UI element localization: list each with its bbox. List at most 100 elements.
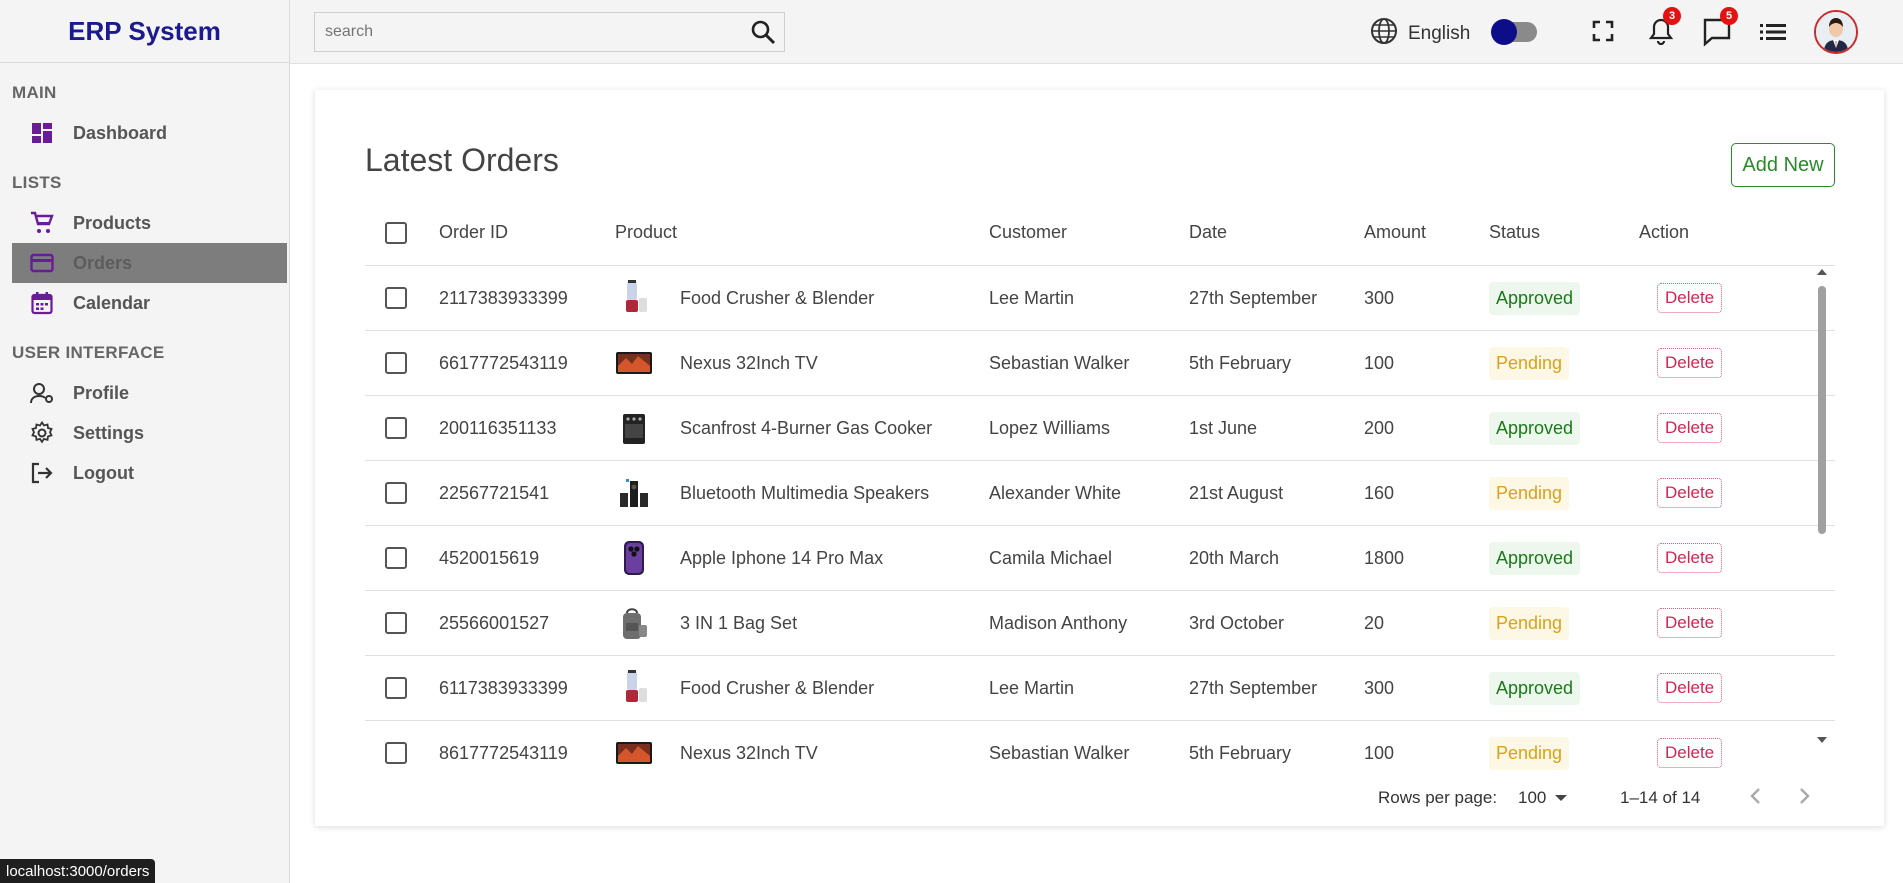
chevron-down-icon [1554, 788, 1568, 808]
row-checkbox[interactable] [385, 547, 407, 569]
product-image [615, 734, 653, 770]
scroll-thumb[interactable] [1818, 286, 1826, 534]
language-selector[interactable]: English [1370, 17, 1470, 51]
order-date: 27th September [1189, 287, 1318, 308]
table-row[interactable]: 25566001527 3 IN 1 Bag Set Madison Anthony… [365, 591, 1835, 656]
order-amount: 100 [1364, 742, 1395, 763]
sidebar-item-dashboard[interactable]: Dashboard [12, 113, 287, 153]
toggle-knob [1491, 19, 1517, 45]
column-header-date[interactable]: Date [1189, 222, 1364, 243]
chevron-left-icon [1750, 788, 1760, 804]
bell-icon [1647, 18, 1675, 49]
delete-button[interactable]: Delete [1657, 673, 1723, 703]
rows-per-page-select[interactable]: 100 [1518, 788, 1568, 808]
table-row[interactable]: 200116351133 Scanfrost 4-Burner Gas Cooke… [365, 396, 1835, 461]
row-checkbox[interactable] [385, 352, 407, 374]
order-amount: 300 [1364, 287, 1395, 308]
sidebar-item-settings[interactable]: Settings [12, 413, 287, 453]
delete-button[interactable]: Delete [1657, 608, 1723, 638]
table-row[interactable]: 2117383933399 Food Crusher & Blender Lee M… [365, 266, 1835, 331]
product-name: Food Crusher & Blender [680, 287, 875, 308]
messages-button[interactable]: 5 [1702, 7, 1738, 52]
delete-button[interactable]: Delete [1657, 348, 1723, 378]
row-checkbox[interactable] [385, 482, 407, 504]
delete-button[interactable]: Delete [1657, 413, 1723, 443]
sidebar-item-label: Profile [73, 382, 130, 403]
product-image [615, 539, 653, 577]
table-row[interactable]: 6117383933399 Food Crusher & Blender Lee M… [365, 656, 1835, 721]
order-amount: 300 [1364, 677, 1395, 698]
scroll-up-arrow[interactable] [1815, 266, 1829, 278]
product-image [615, 669, 653, 707]
order-date: 20th March [1189, 547, 1280, 568]
table-row[interactable]: 22567721541 Bluetooth Multimedia Speakers… [365, 461, 1835, 526]
delete-button[interactable]: Delete [1657, 738, 1723, 768]
product-name: Food Crusher & Blender [680, 677, 875, 698]
row-checkbox[interactable] [385, 612, 407, 634]
list-icon[interactable] [1760, 22, 1786, 47]
sidebar-item-profile[interactable]: Profile [12, 373, 287, 413]
sidebar-item-products[interactable]: Products [12, 203, 287, 243]
delete-button[interactable]: Delete [1657, 543, 1723, 573]
product-cell: Food Crusher & Blender [615, 279, 989, 317]
sidebar-item-label: Logout [73, 462, 134, 483]
sidebar-item-label: Calendar [73, 292, 151, 313]
row-checkbox[interactable] [385, 287, 407, 309]
customer-name: Lee Martin [989, 677, 1075, 698]
delete-button[interactable]: Delete [1657, 478, 1723, 508]
dark-mode-toggle[interactable] [1491, 19, 1537, 45]
avatar[interactable] [1814, 10, 1858, 54]
column-header-amount[interactable]: Amount [1364, 222, 1489, 243]
delete-button[interactable]: Delete [1657, 283, 1723, 313]
page-title: Latest Orders [365, 142, 559, 178]
gear-icon [29, 420, 55, 446]
status-badge: Pending [1489, 476, 1570, 510]
sidebar-item-calendar[interactable]: Calendar [12, 283, 287, 323]
previous-page-button[interactable] [1743, 784, 1767, 808]
scroll-down-arrow[interactable] [1815, 734, 1829, 746]
app-logo[interactable]: ERP System [0, 0, 289, 63]
order-id: 2117383933399 [439, 287, 568, 308]
search-input[interactable] [315, 13, 735, 51]
order-id: 25566001527 [439, 612, 550, 633]
add-new-button[interactable]: Add New [1731, 143, 1835, 187]
status-badge: Approved [1489, 671, 1581, 705]
sidebar-item-label: Products [73, 212, 152, 233]
globe-icon [1370, 17, 1398, 51]
row-checkbox[interactable] [385, 742, 407, 764]
sidebar-item-orders[interactable]: Orders [12, 243, 287, 283]
next-page-button[interactable] [1793, 784, 1817, 808]
chat-icon [1702, 18, 1732, 51]
row-checkbox[interactable] [385, 677, 407, 699]
status-badge: Approved [1489, 411, 1581, 445]
table-row[interactable]: 8617772543119 Nexus 32Inch TV Sebastian Wa… [365, 721, 1835, 770]
table-scrollbar[interactable] [1815, 266, 1829, 746]
order-id: 6617772543119 [439, 352, 568, 373]
browser-status-bar: localhost:3000/orders [0, 859, 156, 883]
column-header-customer[interactable]: Customer [989, 222, 1189, 243]
select-all-checkbox[interactable] [385, 221, 407, 244]
product-name: Apple Iphone 14 Pro Max [680, 547, 884, 568]
column-header-status[interactable]: Status [1489, 222, 1639, 243]
section-title-user-interface: USER INTERFACE [12, 343, 165, 362]
sidebar-item-logout[interactable]: Logout [12, 453, 287, 493]
customer-name: Alexander White [989, 482, 1122, 503]
search-icon[interactable] [750, 19, 776, 50]
fullscreen-icon[interactable] [1592, 20, 1614, 47]
customer-name: Madison Anthony [989, 612, 1128, 633]
product-name: 3 IN 1 Bag Set [680, 612, 798, 633]
product-name: Nexus 32Inch TV [680, 742, 818, 763]
product-cell: 3 IN 1 Bag Set [615, 604, 989, 642]
table-row[interactable]: 4520015619 Apple Iphone 14 Pro Max Camila … [365, 526, 1835, 591]
table-row[interactable]: 6617772543119 Nexus 32Inch TV Sebastian Wa… [365, 331, 1835, 396]
row-checkbox[interactable] [385, 417, 407, 439]
order-amount: 100 [1364, 352, 1395, 373]
notifications-bell[interactable]: 3 [1647, 7, 1681, 50]
product-image [615, 474, 653, 512]
order-amount: 20 [1364, 612, 1385, 633]
product-name: Scanfrost 4-Burner Gas Cooker [680, 417, 933, 438]
order-id: 6117383933399 [439, 677, 568, 698]
column-header-action[interactable]: Action [1639, 222, 1809, 243]
column-header-product[interactable]: Product [615, 222, 989, 243]
column-header-order-id[interactable]: Order ID [439, 222, 615, 243]
